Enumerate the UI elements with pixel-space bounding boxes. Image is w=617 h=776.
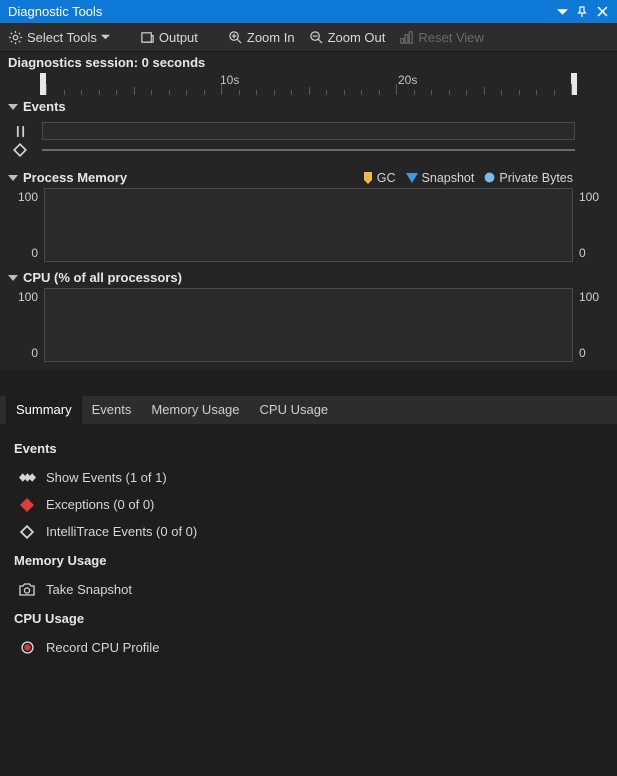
record-cpu-link[interactable]: Record CPU Profile	[8, 634, 609, 661]
legend-private-bytes: Private Bytes	[484, 171, 573, 185]
window-menu-icon[interactable]	[553, 3, 571, 21]
events-lane-intellitrace[interactable]	[42, 149, 575, 151]
output-icon	[140, 30, 155, 45]
take-snapshot-label: Take Snapshot	[46, 582, 132, 597]
exceptions-link[interactable]: Exceptions (0 of 0)	[8, 491, 609, 518]
memory-axis-right: 1000	[573, 188, 609, 262]
events-lane-break[interactable]	[42, 122, 575, 140]
zoom-in-label: Zoom In	[247, 30, 295, 45]
ruler-label-10s: 10s	[220, 73, 239, 87]
cpu-chart[interactable]	[44, 288, 573, 362]
pause-icon	[8, 125, 32, 138]
select-tools-button[interactable]: Select Tools	[6, 28, 112, 47]
legend-gc: GC	[363, 171, 396, 185]
intellitrace-link[interactable]: IntelliTrace Events (0 of 0)	[8, 518, 609, 545]
tab-memory-usage[interactable]: Memory Usage	[141, 396, 249, 424]
output-label: Output	[159, 30, 198, 45]
record-cpu-label: Record CPU Profile	[46, 640, 159, 655]
reset-view-label: Reset View	[418, 30, 484, 45]
time-ruler[interactable]: 10s 20s {}	[0, 73, 617, 95]
show-events-label: Show Events (1 of 1)	[46, 470, 167, 485]
stacked-diamonds-icon	[18, 471, 36, 484]
memory-axis-left: 1000	[8, 188, 44, 262]
cpu-axis-left: 1000	[8, 288, 44, 362]
select-tools-label: Select Tools	[27, 30, 97, 45]
reset-view-icon	[399, 30, 414, 45]
pin-icon[interactable]	[573, 3, 591, 21]
zoom-out-label: Zoom Out	[328, 30, 386, 45]
diamond-icon	[8, 143, 32, 157]
collapse-arrow-icon	[8, 175, 18, 181]
detail-events-title: Events	[8, 433, 609, 464]
collapse-arrow-icon	[8, 104, 18, 110]
tab-cpu-usage[interactable]: CPU Usage	[250, 396, 339, 424]
take-snapshot-link[interactable]: Take Snapshot	[8, 576, 609, 603]
tab-summary[interactable]: Summary	[6, 396, 82, 424]
close-icon[interactable]	[593, 3, 611, 21]
intellitrace-diamond-icon	[18, 525, 36, 539]
memory-section-title: Process Memory	[23, 170, 127, 185]
zoom-in-icon	[228, 30, 243, 45]
window-title: Diagnostic Tools	[8, 4, 551, 19]
zoom-in-button[interactable]: Zoom In	[226, 28, 297, 47]
chevron-down-icon	[101, 33, 110, 42]
cpu-section-header[interactable]: CPU (% of all processors)	[0, 266, 617, 288]
collapse-arrow-icon	[8, 275, 18, 281]
record-icon	[18, 641, 36, 654]
exception-diamond-icon	[18, 498, 36, 512]
detail-memory-title: Memory Usage	[8, 545, 609, 576]
tab-events[interactable]: Events	[82, 396, 142, 424]
events-section-header[interactable]: Events	[0, 95, 617, 117]
cpu-section-title: CPU (% of all processors)	[23, 270, 182, 285]
intellitrace-label: IntelliTrace Events (0 of 0)	[46, 524, 197, 539]
output-button[interactable]: Output	[138, 28, 200, 47]
show-events-link[interactable]: Show Events (1 of 1)	[8, 464, 609, 491]
zoom-out-button[interactable]: Zoom Out	[307, 28, 388, 47]
legend-snapshot: Snapshot	[406, 171, 475, 185]
exceptions-label: Exceptions (0 of 0)	[46, 497, 154, 512]
zoom-out-icon	[309, 30, 324, 45]
ruler-label-20s: 20s	[398, 73, 417, 87]
detail-tabs: Summary Events Memory Usage CPU Usage	[0, 396, 617, 425]
cpu-axis-right: 1000	[573, 288, 609, 362]
events-section-title: Events	[23, 99, 66, 114]
session-label: Diagnostics session: 0 seconds	[0, 52, 617, 73]
memory-section-header[interactable]: Process Memory GC Snapshot Private Bytes	[0, 166, 617, 188]
camera-icon	[18, 583, 36, 596]
reset-view-button: Reset View	[397, 28, 486, 47]
detail-cpu-title: CPU Usage	[8, 603, 609, 634]
memory-chart[interactable]	[44, 188, 573, 262]
gear-icon	[8, 30, 23, 45]
